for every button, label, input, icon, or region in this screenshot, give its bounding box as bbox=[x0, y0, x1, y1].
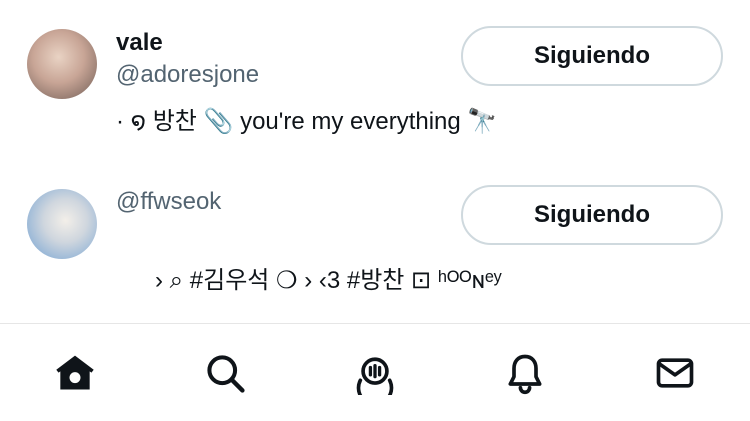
notifications-icon[interactable] bbox=[501, 349, 549, 397]
following-button[interactable]: Siguiendo bbox=[461, 185, 723, 245]
user-bio: · ໑ 방찬 📎 you're my everything 🔭 bbox=[116, 108, 498, 135]
messages-icon[interactable] bbox=[651, 349, 699, 397]
avatar[interactable] bbox=[27, 189, 97, 259]
search-icon[interactable] bbox=[201, 349, 249, 397]
user-handle[interactable]: @adoresjone bbox=[116, 61, 259, 89]
avatar[interactable] bbox=[27, 29, 97, 99]
bottom-tab-bar bbox=[0, 324, 750, 421]
home-icon[interactable] bbox=[51, 349, 99, 397]
user-handle[interactable]: @ffwseok bbox=[116, 188, 221, 216]
user-row[interactable]: vale @adoresjone · ໑ 방찬 📎 you're my ever… bbox=[0, 0, 750, 160]
following-button[interactable]: Siguiendo bbox=[461, 26, 723, 86]
user-name[interactable]: vale bbox=[116, 29, 163, 57]
spaces-icon[interactable] bbox=[351, 349, 399, 397]
user-bio: › ⌕ #김우석 ❍ › ‹3 #방찬 ⊡ ʰᴼᴼɴᵉʸ bbox=[155, 267, 502, 294]
user-row[interactable]: @ffwseok › ⌕ #김우석 ❍ › ‹3 #방찬 ⊡ ʰᴼᴼɴᵉʸ Si… bbox=[0, 160, 750, 320]
